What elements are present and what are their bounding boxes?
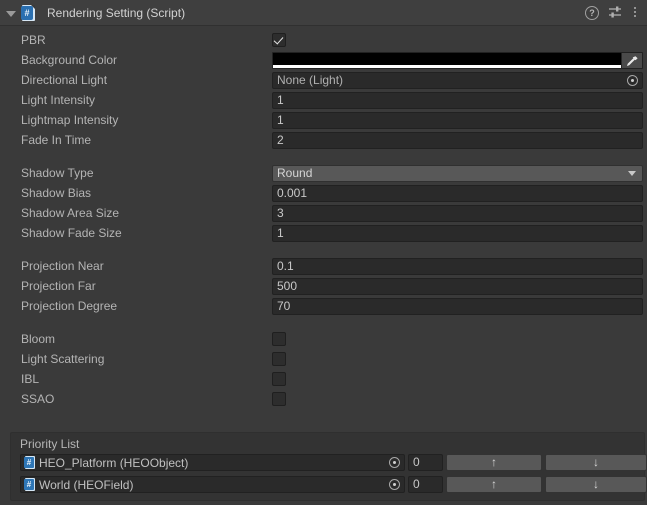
priority-item-object-field[interactable]: # World (HEOField) (20, 476, 405, 493)
priority-item-value-input[interactable]: 0 (408, 454, 443, 471)
label-ibl: IBL (21, 372, 40, 386)
row-ssao: SSAO (0, 390, 647, 408)
pbr-checkbox[interactable] (272, 33, 286, 47)
label-projection-near: Projection Near (21, 259, 104, 273)
csharp-script-icon-glyph: # (21, 5, 33, 20)
preset-sliders-icon[interactable] (608, 5, 623, 20)
row-ibl: IBL (0, 370, 647, 388)
csharp-script-icon: # (24, 478, 36, 491)
priority-list-title: Priority List (20, 437, 80, 451)
shadow-bias-input[interactable]: 0.001 (272, 184, 643, 202)
group-separator (0, 317, 647, 330)
object-picker-target-icon[interactable] (386, 477, 404, 492)
chevron-down-icon (628, 170, 636, 176)
row-light-intensity: Light Intensity 1 (0, 91, 647, 109)
fade-in-time-input[interactable]: 2 (272, 131, 643, 149)
ibl-checkbox[interactable] (272, 372, 286, 386)
label-projection-far: Projection Far (21, 279, 96, 293)
shadow-fade-size-input[interactable]: 1 (272, 224, 643, 242)
priority-list-panel: Priority List # HEO_Platform (HEOObject)… (10, 432, 647, 501)
row-directional-light: Directional Light None (Light) (0, 71, 647, 89)
priority-item-value-input[interactable]: 0 (408, 476, 443, 493)
label-lightmap-intensity: Lightmap Intensity (21, 113, 119, 127)
help-icon[interactable]: ? (585, 5, 599, 20)
object-picker-target-icon[interactable] (386, 455, 404, 470)
label-bloom: Bloom (21, 332, 56, 346)
csharp-script-icon-glyph: # (24, 457, 34, 468)
row-projection-near: Projection Near 0.1 (0, 257, 647, 275)
label-light-scattering: Light Scattering (21, 352, 105, 366)
directional-light-object-field[interactable]: None (Light) (272, 71, 643, 89)
color-swatch (273, 52, 621, 68)
csharp-script-icon-glyph: # (24, 479, 34, 490)
label-background-color: Background Color (21, 53, 118, 67)
projection-degree-input[interactable]: 70 (272, 297, 643, 315)
priority-item-object-field[interactable]: # HEO_Platform (HEOObject) (20, 454, 405, 471)
eyedropper-icon[interactable] (621, 52, 642, 68)
shadow-type-dropdown[interactable]: Round (272, 164, 643, 182)
projection-far-input[interactable]: 500 (272, 277, 643, 295)
ssao-checkbox[interactable] (272, 392, 286, 406)
row-fade-in-time: Fade In Time 2 (0, 131, 647, 149)
row-shadow-type: Shadow Type Round (0, 164, 647, 182)
row-projection-degree: Projection Degree 70 (0, 297, 647, 315)
page-title: Rendering Setting (Script) (47, 5, 186, 20)
inspector-panel: # Rendering Setting (Script) ? PBR Backg… (0, 0, 647, 505)
inspector-body: PBR Background Color Directional Light N… (0, 26, 647, 408)
row-light-scattering: Light Scattering (0, 350, 647, 368)
bloom-checkbox[interactable] (272, 332, 286, 346)
header-icon-group: ? (585, 5, 638, 20)
lightmap-intensity-input[interactable]: 1 (272, 111, 643, 129)
shadow-area-size-input[interactable]: 3 (272, 204, 643, 222)
priority-list-row: # World (HEOField) 0 ↑ ↓ (20, 475, 647, 494)
object-picker-target-icon[interactable] (624, 73, 642, 88)
row-bloom: Bloom (0, 330, 647, 348)
row-pbr: PBR (0, 31, 647, 49)
move-down-button[interactable]: ↓ (545, 454, 647, 471)
label-shadow-area-size: Shadow Area Size (21, 206, 120, 220)
label-shadow-fade-size: Shadow Fade Size (21, 226, 122, 240)
row-shadow-bias: Shadow Bias 0.001 (0, 184, 647, 202)
label-ssao: SSAO (21, 392, 55, 406)
csharp-script-icon: # (24, 456, 36, 469)
component-header: # Rendering Setting (Script) ? (0, 0, 647, 26)
label-directional-light: Directional Light (21, 73, 108, 87)
move-up-button[interactable]: ↑ (446, 454, 542, 471)
row-background-color: Background Color (0, 51, 647, 69)
light-intensity-input[interactable]: 1 (272, 91, 643, 109)
row-shadow-fade-size: Shadow Fade Size 1 (0, 224, 647, 242)
group-separator (0, 151, 647, 164)
shadow-type-value: Round (277, 165, 313, 180)
projection-near-input[interactable]: 0.1 (272, 257, 643, 275)
move-up-button[interactable]: ↑ (446, 476, 542, 493)
directional-light-value: None (Light) (277, 73, 344, 87)
label-projection-degree: Projection Degree (21, 299, 118, 313)
priority-item-name: World (HEOField) (39, 477, 134, 492)
row-lightmap-intensity: Lightmap Intensity 1 (0, 111, 647, 129)
row-shadow-area-size: Shadow Area Size 3 (0, 204, 647, 222)
label-fade-in-time: Fade In Time (21, 133, 92, 147)
kebab-menu-icon[interactable] (632, 5, 638, 20)
light-scattering-checkbox[interactable] (272, 352, 286, 366)
row-projection-far: Projection Far 500 (0, 277, 647, 295)
label-shadow-bias: Shadow Bias (21, 186, 92, 200)
csharp-script-icon: # (21, 4, 37, 21)
move-down-button[interactable]: ↓ (545, 476, 647, 493)
background-color-field[interactable] (272, 51, 643, 69)
group-separator (0, 244, 647, 257)
label-pbr: PBR (21, 33, 46, 47)
label-light-intensity: Light Intensity (21, 93, 96, 107)
label-shadow-type: Shadow Type (21, 166, 94, 180)
priority-item-name: HEO_Platform (HEOObject) (39, 455, 189, 470)
priority-list-row: # HEO_Platform (HEOObject) 0 ↑ ↓ (20, 453, 647, 472)
foldout-triangle-down-icon[interactable] (4, 6, 18, 20)
